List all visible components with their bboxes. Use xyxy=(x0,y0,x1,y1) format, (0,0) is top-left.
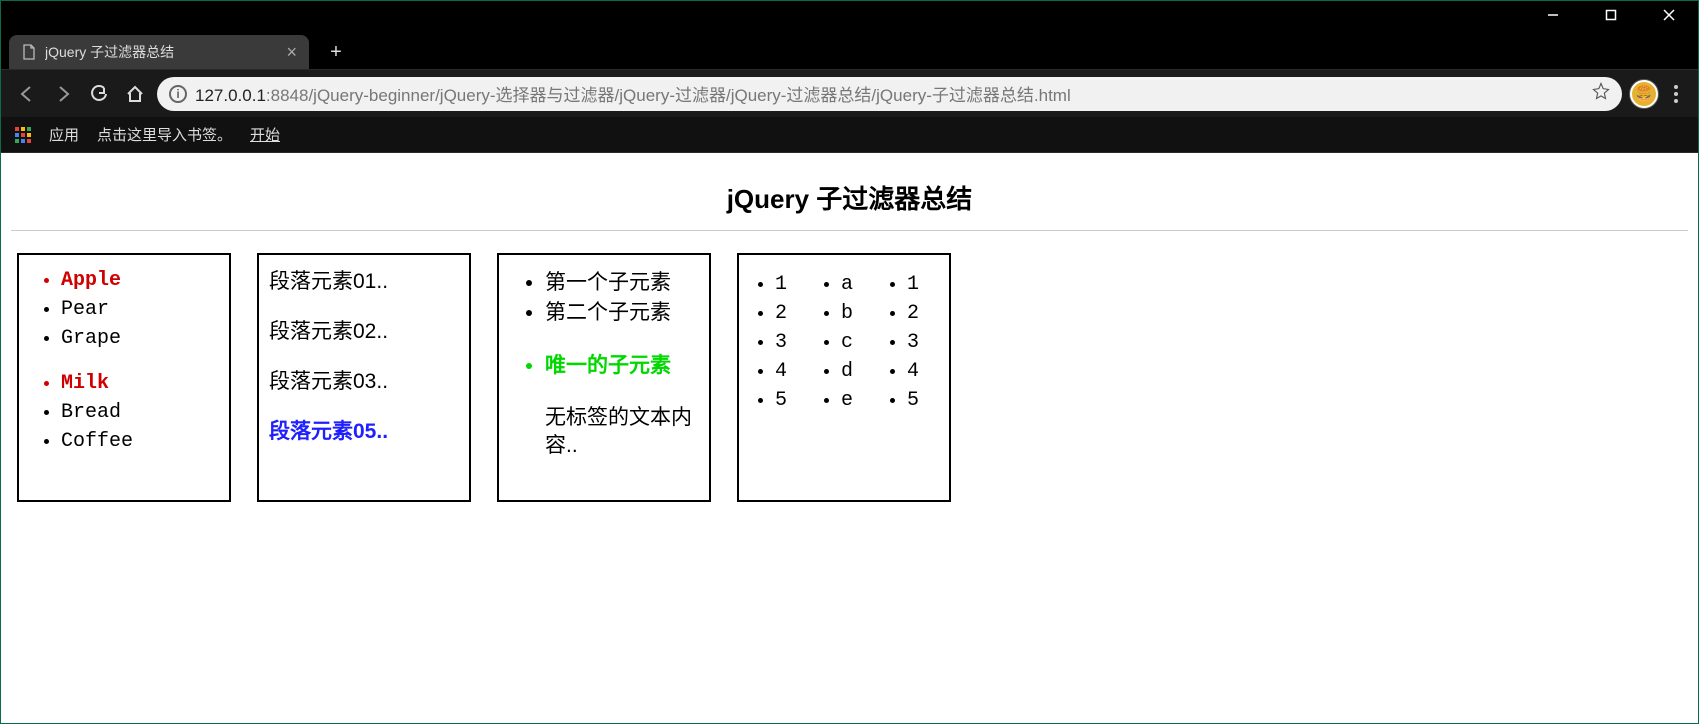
list-4-col2: a b c d e xyxy=(811,269,877,486)
list-item: d xyxy=(841,358,877,385)
horizontal-rule xyxy=(11,230,1688,231)
list-item: Bread xyxy=(61,399,223,426)
window-close-button[interactable] xyxy=(1640,1,1698,29)
reload-button[interactable] xyxy=(85,80,113,108)
new-tab-button[interactable]: + xyxy=(321,37,351,67)
list-1b: Milk Bread Coffee xyxy=(25,370,223,455)
list-item: 第一个子元素 xyxy=(545,269,703,297)
page-heading: jQuery 子过滤器总结 xyxy=(11,179,1688,216)
list-item: Apple xyxy=(61,267,223,294)
browser-toolbar: i 127.0.0.1:8848/jQuery-beginner/jQuery-… xyxy=(1,69,1698,117)
list-item: 2 xyxy=(907,300,943,327)
list-item: e xyxy=(841,387,877,414)
list-item: Pear xyxy=(61,296,223,323)
demo-box-3: 第一个子元素 第二个子元素 唯一的子元素 无标签的文本内容.. xyxy=(497,253,711,502)
browser-menu-button[interactable] xyxy=(1666,80,1686,108)
tab-strip: jQuery 子过滤器总结 × + xyxy=(1,29,1698,69)
list-item: Milk xyxy=(61,370,223,397)
list-3b: 唯一的子元素 xyxy=(505,352,703,380)
list-3a: 第一个子元素 第二个子元素 xyxy=(505,269,703,328)
demo-box-4: 1 2 3 4 5 a b c d e 1 2 3 4 xyxy=(737,253,951,502)
list-item: Coffee xyxy=(61,428,223,455)
paragraph-highlight: 段落元素05.. xyxy=(269,415,459,445)
file-icon xyxy=(21,44,37,60)
bookmark-start-link[interactable]: 开始 xyxy=(250,124,280,145)
list-item: 4 xyxy=(907,358,943,385)
import-bookmarks-hint: 点击这里导入书签。 xyxy=(97,124,232,145)
demo-boxes-row: Apple Pear Grape Milk Bread Coffee 段落元素0… xyxy=(11,253,1688,502)
list-item: Grape xyxy=(61,325,223,352)
only-child-item: 唯一的子元素 xyxy=(545,352,703,380)
browser-tab[interactable]: jQuery 子过滤器总结 × xyxy=(9,35,309,69)
list-item: 1 xyxy=(907,271,943,298)
list-item: 4 xyxy=(775,358,811,385)
tab-title: jQuery 子过滤器总结 xyxy=(45,42,278,62)
bookmark-star-icon[interactable] xyxy=(1592,82,1610,105)
apps-label[interactable]: 应用 xyxy=(49,124,79,145)
list-4-col3: 1 2 3 4 5 xyxy=(877,269,943,486)
home-button[interactable] xyxy=(121,80,149,108)
list-item: 5 xyxy=(907,387,943,414)
list-item: 2 xyxy=(775,300,811,327)
site-info-icon[interactable]: i xyxy=(169,85,187,103)
bookmarks-bar: 应用 点击这里导入书签。 开始 xyxy=(1,117,1698,153)
address-bar[interactable]: i 127.0.0.1:8848/jQuery-beginner/jQuery-… xyxy=(157,77,1622,111)
list-item: 第二个子元素 xyxy=(545,299,703,327)
paragraph: 段落元素01.. xyxy=(269,265,459,295)
tab-close-button[interactable]: × xyxy=(286,43,297,61)
list-4-col1: 1 2 3 4 5 xyxy=(745,269,811,486)
list-item: 3 xyxy=(907,329,943,356)
demo-box-2: 段落元素01.. 段落元素02.. 段落元素03.. 段落元素05.. xyxy=(257,253,471,502)
list-item: a xyxy=(841,271,877,298)
paragraph: 段落元素02.. xyxy=(269,315,459,345)
plain-text-node: 无标签的文本内容.. xyxy=(505,404,703,461)
profile-avatar[interactable]: 🍔 xyxy=(1630,80,1658,108)
window-maximize-button[interactable] xyxy=(1582,1,1640,29)
paragraph: 段落元素03.. xyxy=(269,365,459,395)
list-item: c xyxy=(841,329,877,356)
apps-icon[interactable] xyxy=(15,127,31,143)
back-button[interactable] xyxy=(13,80,41,108)
url-text: 127.0.0.1:8848/jQuery-beginner/jQuery-选择… xyxy=(195,81,1584,106)
list-item: 5 xyxy=(775,387,811,414)
list-item: 3 xyxy=(775,329,811,356)
list-1a: Apple Pear Grape xyxy=(25,267,223,352)
window-minimize-button[interactable] xyxy=(1524,1,1582,29)
forward-button[interactable] xyxy=(49,80,77,108)
window-title-bar xyxy=(1,1,1698,29)
list-item: b xyxy=(841,300,877,327)
demo-box-1: Apple Pear Grape Milk Bread Coffee xyxy=(17,253,231,502)
page-viewport: jQuery 子过滤器总结 Apple Pear Grape Milk Brea… xyxy=(1,153,1698,723)
list-item: 1 xyxy=(775,271,811,298)
